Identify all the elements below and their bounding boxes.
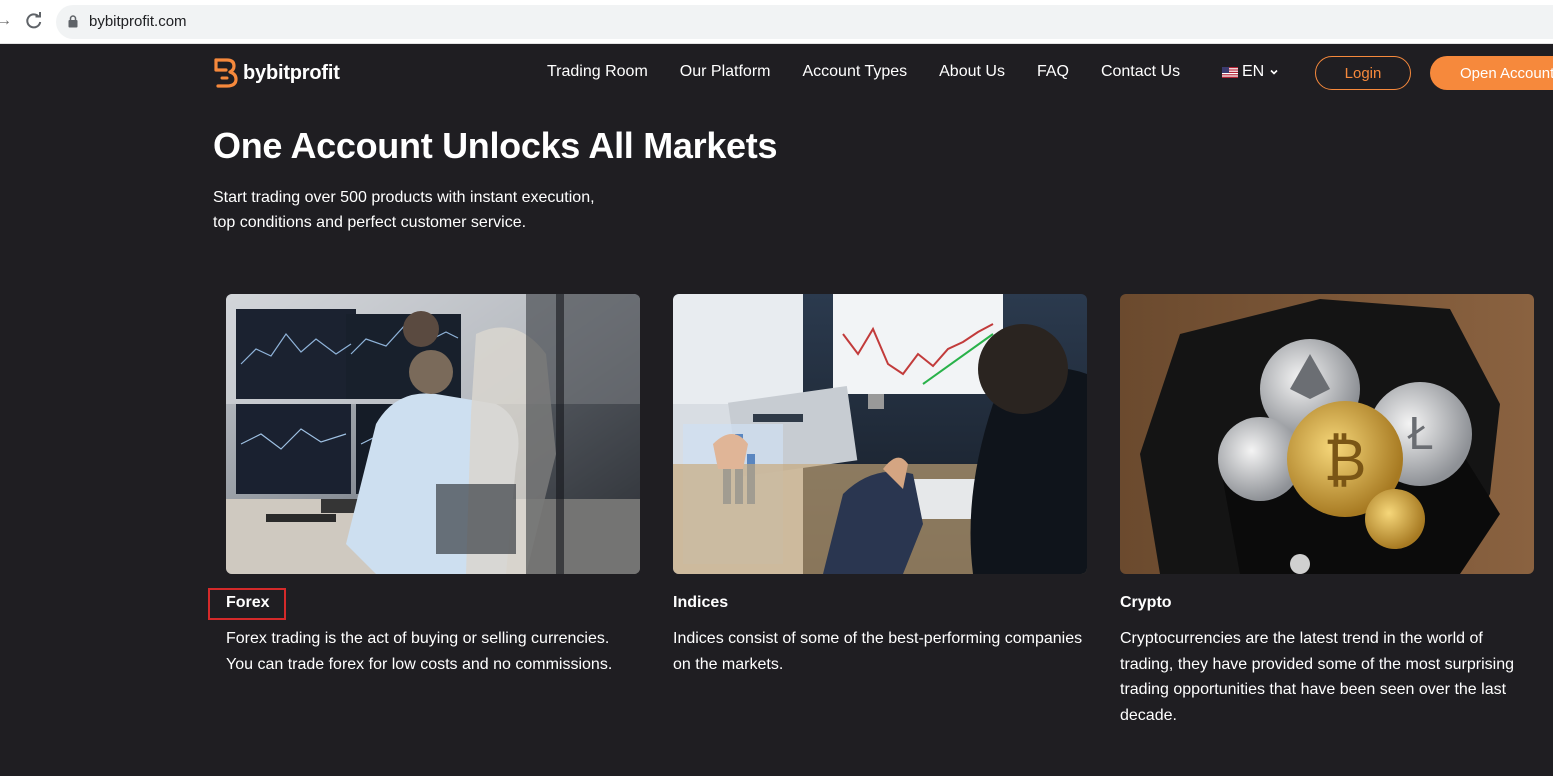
- login-button[interactable]: Login: [1315, 56, 1411, 90]
- market-card-indices[interactable]: Indices Indices consist of some of the b…: [673, 294, 1087, 677]
- main-nav: Trading Room Our Platform Account Types …: [547, 62, 1212, 82]
- page-title: One Account Unlocks All Markets: [213, 125, 778, 166]
- card-description: Indices consist of some of the best-perf…: [673, 630, 1083, 673]
- chevron-down-icon: [1270, 69, 1278, 75]
- nav-faq[interactable]: FAQ: [1037, 62, 1069, 82]
- highlight-box: [208, 588, 286, 620]
- crypto-image: Ł ₿: [1120, 294, 1534, 574]
- nav-trading-room[interactable]: Trading Room: [547, 62, 648, 82]
- svg-text:₿: ₿: [1324, 426, 1367, 494]
- nav-our-platform[interactable]: Our Platform: [680, 62, 771, 82]
- card-description: Forex trading is the act of buying or se…: [226, 630, 613, 673]
- indices-image: [673, 294, 1087, 574]
- nav-about-us[interactable]: About Us: [939, 62, 1005, 82]
- language-label: EN: [1242, 63, 1265, 80]
- browser-toolbar: → bybitprofit.com: [0, 0, 1553, 44]
- market-card-crypto[interactable]: Ł ₿ Crypto Cryptocurrencies are the late…: [1120, 294, 1534, 728]
- page-body: bybitprofit Trading Room Our Platform Ac…: [0, 45, 1553, 776]
- url-text: bybitprofit.com: [89, 13, 187, 30]
- svg-text:Ł: Ł: [1407, 409, 1433, 460]
- hero-subtitle: Start trading over 500 products with ins…: [213, 185, 633, 235]
- brand-name: bybitprofit: [243, 61, 340, 84]
- address-bar[interactable]: bybitprofit.com: [56, 5, 1553, 39]
- nav-account-types[interactable]: Account Types: [802, 62, 907, 82]
- card-title: Crypto: [1120, 594, 1172, 611]
- lock-icon: [68, 15, 78, 28]
- open-account-button[interactable]: Open Account: [1430, 56, 1553, 90]
- market-card-forex[interactable]: Forex Forex trading is the act of buying…: [226, 294, 640, 677]
- forex-image: [226, 294, 640, 574]
- hero-subtitle-line: Start trading over 500 products with ins…: [213, 189, 595, 206]
- back-arrow-icon[interactable]: →: [0, 12, 12, 30]
- card-title: Forex: [226, 594, 270, 611]
- nav-contact-us[interactable]: Contact Us: [1101, 62, 1180, 82]
- hero-subtitle-line: top conditions and perfect customer serv…: [213, 214, 527, 231]
- card-description: Cryptocurrencies are the latest trend in…: [1120, 630, 1514, 724]
- card-title: Indices: [673, 594, 729, 611]
- language-selector[interactable]: EN: [1222, 62, 1279, 82]
- site-logo[interactable]: bybitprofit: [213, 57, 340, 89]
- reload-icon[interactable]: [24, 11, 44, 31]
- us-flag-icon: [1222, 66, 1238, 78]
- logo-icon: [214, 58, 238, 88]
